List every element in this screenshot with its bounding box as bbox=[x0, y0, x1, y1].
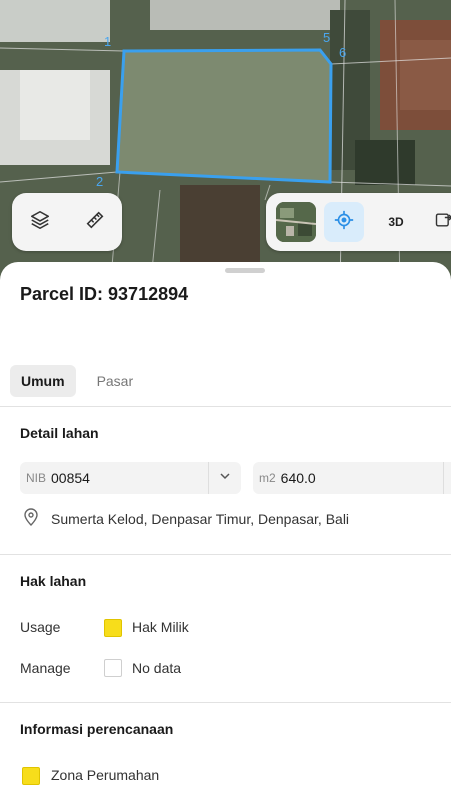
area-field[interactable]: m2 640.0 bbox=[253, 462, 451, 494]
parcel-detail-sheet: Parcel ID: 93712894 Umum Pasar Detail la… bbox=[0, 262, 451, 804]
nib-value: 00854 bbox=[51, 470, 90, 486]
manage-color-swatch bbox=[104, 659, 122, 677]
locate-button[interactable] bbox=[324, 202, 364, 242]
area-value: 640.0 bbox=[280, 470, 316, 486]
crosshair-icon bbox=[333, 209, 355, 236]
nib-field[interactable]: NIB 00854 bbox=[20, 462, 241, 494]
manage-value: No data bbox=[132, 660, 182, 676]
nib-dropdown-button[interactable] bbox=[208, 462, 241, 494]
manage-label: Manage bbox=[20, 660, 71, 676]
address-text: Sumerta Kelod, Denpasar Timur, Denpasar,… bbox=[51, 510, 350, 527]
address-row: Sumerta Kelod, Denpasar Timur, Denpasar,… bbox=[20, 508, 349, 529]
measure-button[interactable] bbox=[75, 202, 115, 242]
usage-color-swatch bbox=[104, 619, 122, 637]
export-button[interactable] bbox=[424, 202, 451, 242]
vertex-label-2: 2 bbox=[96, 174, 104, 189]
section-title-informasi-perencanaan: Informasi perencanaan bbox=[20, 721, 174, 737]
area-field-separator bbox=[443, 462, 444, 494]
vertex-label-1: 1 bbox=[104, 34, 112, 49]
chevron-down-icon bbox=[219, 469, 231, 487]
divider bbox=[0, 554, 451, 555]
layers-icon bbox=[29, 209, 51, 236]
sheet-drag-handle[interactable] bbox=[225, 268, 265, 273]
vertex-label-5: 5 bbox=[323, 30, 331, 45]
nib-prefix: NIB bbox=[26, 471, 47, 485]
tab-umum[interactable]: Umum bbox=[10, 365, 76, 397]
usage-label: Usage bbox=[20, 619, 61, 635]
ruler-icon bbox=[84, 209, 106, 236]
parcel-id-title: Parcel ID: 93712894 bbox=[20, 284, 189, 304]
satellite-thumbnail bbox=[276, 202, 316, 242]
map-view-panel: 3D bbox=[266, 193, 451, 251]
vertex-label-6: 6 bbox=[339, 45, 347, 60]
divider bbox=[0, 702, 451, 703]
export-icon bbox=[434, 210, 451, 235]
location-pin-icon bbox=[20, 508, 51, 529]
map-tools-panel bbox=[12, 193, 122, 251]
section-title-hak-lahan: Hak lahan bbox=[20, 573, 87, 589]
area-prefix: m2 bbox=[259, 471, 276, 485]
layers-button[interactable] bbox=[20, 202, 60, 242]
divider bbox=[0, 406, 451, 407]
usage-value: Hak Milik bbox=[132, 619, 189, 635]
zone-color-swatch bbox=[22, 767, 40, 785]
tab-pasar[interactable]: Pasar bbox=[86, 365, 145, 397]
basemap-thumbnail-button[interactable] bbox=[276, 202, 316, 242]
detail-tabs: Umum Pasar bbox=[10, 365, 144, 397]
section-title-detail-lahan: Detail lahan bbox=[20, 425, 99, 441]
zone-label: Zona Perumahan bbox=[51, 767, 160, 783]
mode-3d-button[interactable]: 3D bbox=[376, 202, 416, 242]
